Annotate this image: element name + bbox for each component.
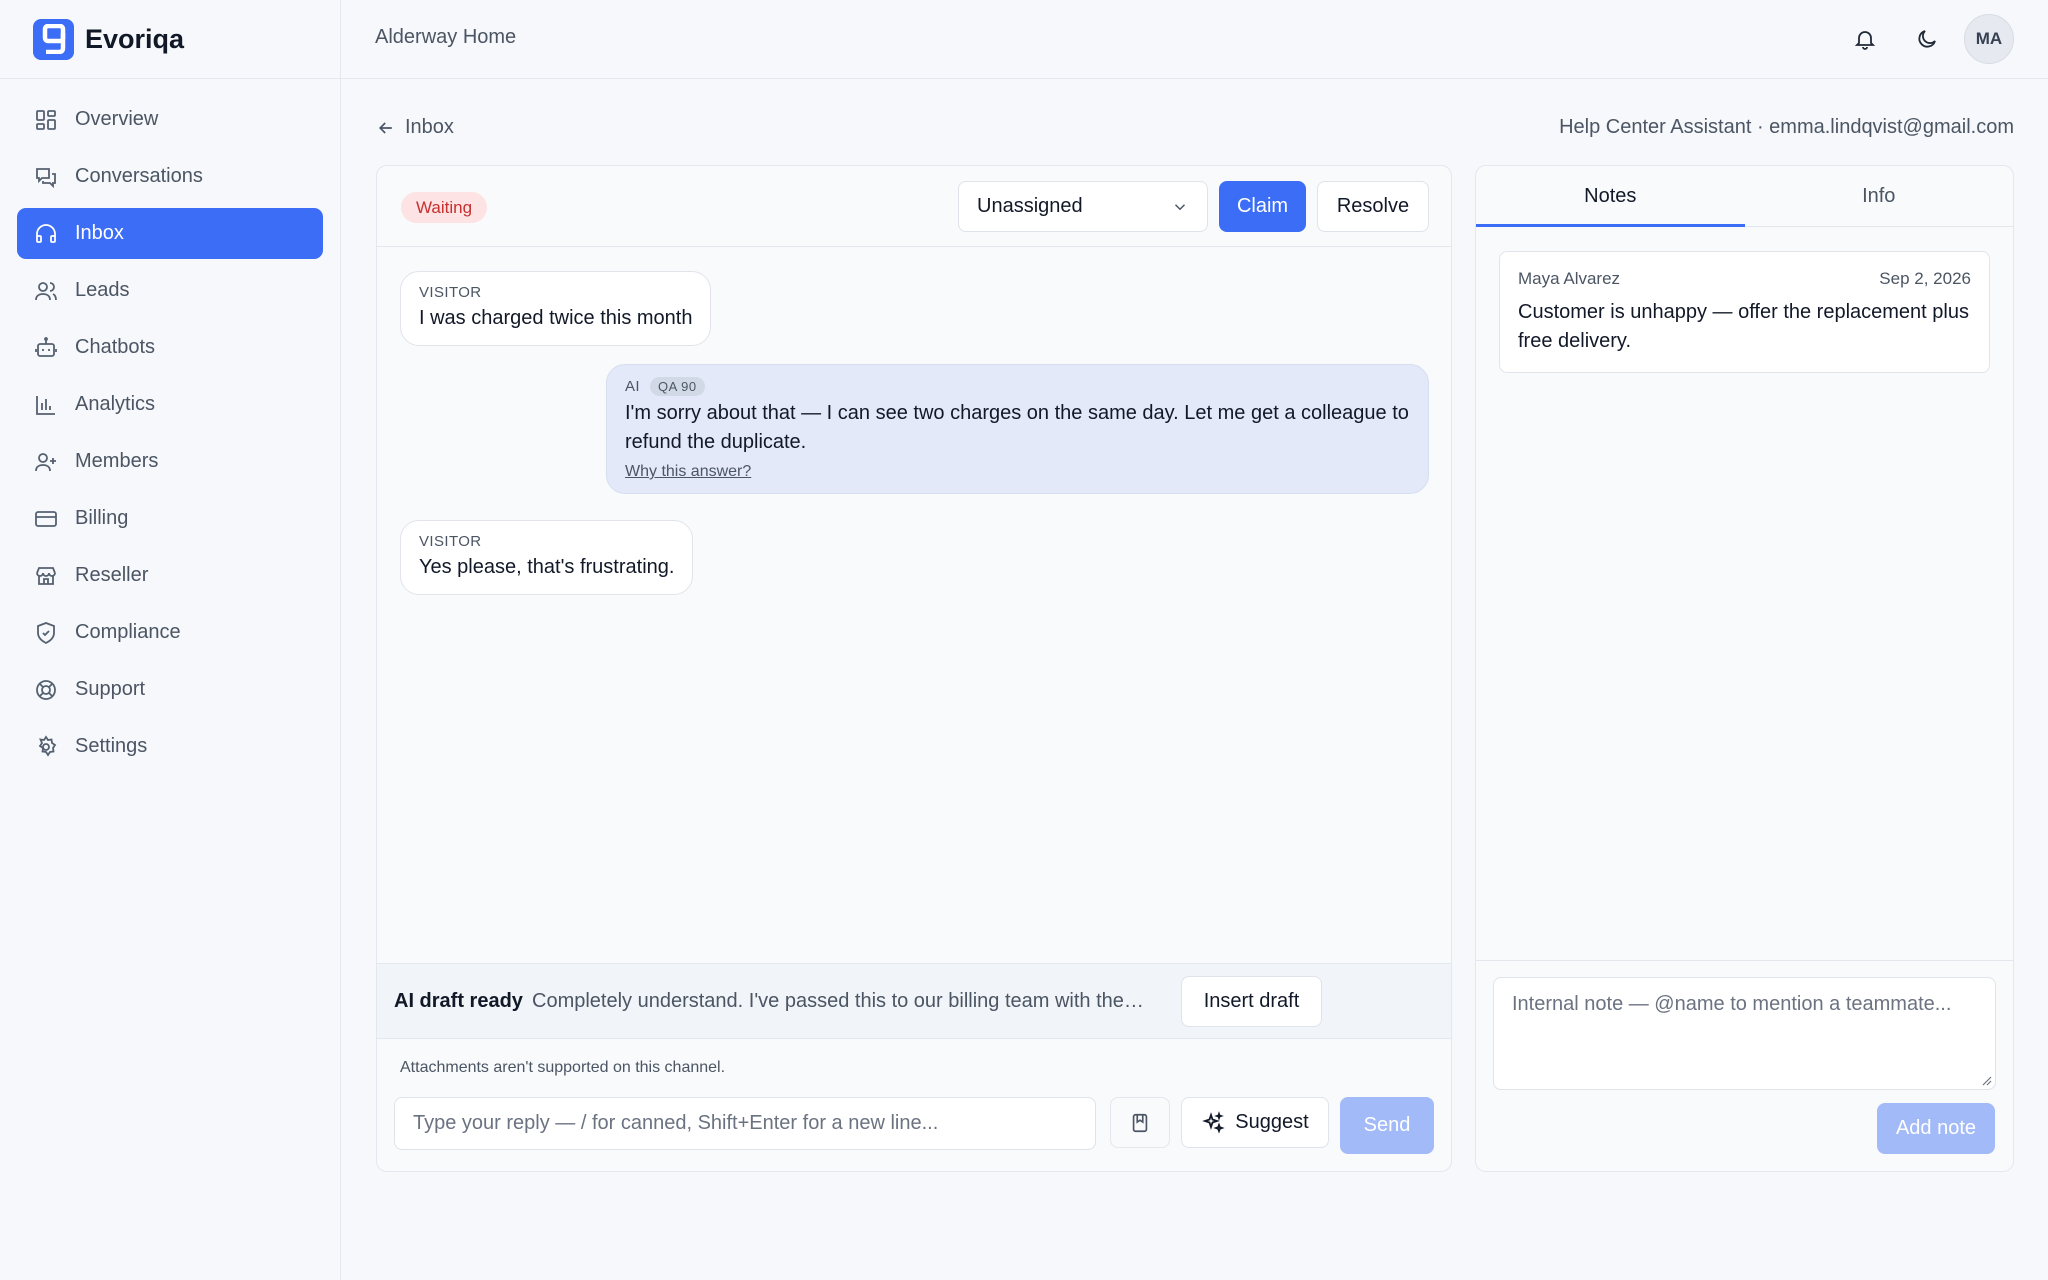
moon-icon [1918, 30, 1936, 48]
chat-icon [36, 167, 56, 188]
note-card: Maya Alvarez Sep 2, 2026 Customer is unh… [1499, 251, 1990, 373]
sidebar-item-members[interactable]: Members [17, 436, 323, 487]
ai-draft-bar: AI draft ready Completely understand. I'… [377, 963, 1451, 1039]
suggest-label: Suggest [1235, 1111, 1309, 1133]
status-badge: Waiting [401, 192, 488, 223]
bar-chart-icon [36, 395, 55, 415]
conversation-panel: Waiting Unassigned Claim Resolve VISITOR… [376, 165, 1452, 1172]
canned-responses-button[interactable] [1110, 1097, 1170, 1148]
brand[interactable]: Evoriqa [0, 0, 340, 79]
sidebar-item-label: Billing [75, 507, 129, 529]
sidebar-item-label: Settings [75, 735, 148, 757]
message-text: I'm sorry about that — I can see two cha… [625, 402, 1409, 453]
brand-name: Evoriqa [85, 23, 185, 54]
gear-icon [38, 734, 57, 757]
note-author: Maya Alvarez [1518, 269, 1621, 288]
assistant-info: Help Center Assistant · emma.lindqvist@g… [1559, 116, 2014, 138]
bookmark-icon [1132, 1113, 1148, 1132]
sidebar-item-overview[interactable]: Overview [17, 94, 323, 145]
topbar: Alderway Home MA [341, 0, 2048, 79]
workspace-name[interactable]: Alderway Home [375, 26, 516, 49]
sidebar-item-label: Reseller [75, 564, 149, 586]
note-meta: Maya Alvarez Sep 2, 2026 [1518, 269, 1971, 289]
attachments-note: Attachments aren't supported on this cha… [400, 1059, 726, 1076]
claim-button[interactable]: Claim [1219, 181, 1306, 232]
divider [1476, 960, 2013, 961]
sidebar-item-label: Chatbots [75, 336, 156, 358]
message-role: VISITOR [419, 284, 482, 301]
sidebar-item-reseller[interactable]: Reseller [17, 550, 323, 601]
sidebar-item-settings[interactable]: Settings [17, 721, 323, 772]
shield-icon [37, 621, 55, 644]
avatar[interactable]: MA [1964, 14, 2014, 64]
message-visitor: VISITOR Yes please, that's frustrating. [400, 520, 694, 595]
sparkles-icon [1202, 1110, 1225, 1134]
draft-title: AI draft ready [394, 990, 523, 1012]
conversation-header: Waiting Unassigned Claim Resolve [377, 166, 1451, 247]
message-text: Yes please, that's frustrating. [419, 556, 675, 578]
brand-logo-icon [33, 18, 74, 60]
draft-preview: Completely understand. I've passed this … [532, 990, 1144, 1012]
qa-score-badge: QA 90 [649, 377, 705, 396]
message-role: VISITOR [419, 533, 482, 550]
tab-info[interactable]: Info [1745, 166, 2014, 226]
sidebar-item-compliance[interactable]: Compliance [17, 607, 323, 658]
sidebar-item-label: Compliance [75, 621, 181, 643]
back-link-label: Inbox [405, 116, 454, 138]
sidebar-item-label: Analytics [75, 393, 156, 415]
headset-icon [36, 223, 56, 243]
sidebar-item-billing[interactable]: Billing [17, 493, 323, 544]
bell-icon [1854, 31, 1876, 50]
sidebar-item-label: Conversations [75, 165, 203, 187]
ai-message-header: AI QA 90 [625, 377, 1410, 396]
sidebar: Evoriqa Overview Conversations Inbox Lea… [0, 0, 341, 1280]
sidebar-item-leads[interactable]: Leads [17, 265, 323, 316]
send-button[interactable]: Send [1340, 1097, 1434, 1154]
sidebar-item-label: Members [75, 450, 159, 472]
user-plus-icon [35, 452, 56, 471]
sidebar-nav: Overview Conversations Inbox Leads Chatb… [0, 79, 340, 772]
grid-icon [36, 109, 56, 130]
notes-tabs: Notes Info [1476, 166, 2013, 227]
reply-input[interactable]: Type your reply — / for canned, Shift+En… [394, 1097, 1096, 1150]
store-icon [36, 566, 56, 585]
tab-notes[interactable]: Notes [1476, 166, 1745, 227]
sidebar-item-label: Support [75, 678, 146, 700]
suggest-button[interactable]: Suggest [1181, 1097, 1329, 1148]
add-note-button[interactable]: Add note [1877, 1103, 1995, 1154]
message-ai: AI QA 90 I'm sorry about that — I can se… [606, 364, 1429, 494]
notifications-button[interactable] [1840, 14, 1890, 64]
sidebar-item-analytics[interactable]: Analytics [17, 379, 323, 430]
bot-icon [35, 336, 57, 357]
resolve-button[interactable]: Resolve [1317, 181, 1429, 232]
assignee-select[interactable]: Unassigned [958, 181, 1208, 232]
credit-card-icon [35, 510, 57, 527]
assignee-value: Unassigned [977, 195, 1083, 217]
users-icon [35, 281, 57, 300]
sidebar-item-label: Inbox [75, 222, 124, 244]
chevron-down-icon [1174, 203, 1186, 210]
sidebar-item-chatbots[interactable]: Chatbots [17, 322, 323, 373]
insert-draft-button[interactable]: Insert draft [1181, 976, 1322, 1027]
note-text: Customer is unhappy — offer the replacem… [1518, 301, 1969, 352]
sidebar-item-support[interactable]: Support [17, 664, 323, 715]
top-actions: MA [1828, 14, 2014, 64]
why-this-answer-link[interactable]: Why this answer? [625, 463, 751, 481]
internal-note-input[interactable]: Internal note — @name to mention a teamm… [1493, 977, 1996, 1090]
sidebar-item-conversations[interactable]: Conversations [17, 151, 323, 202]
note-input-placeholder: Internal note — @name to mention a teamm… [1512, 993, 1952, 1015]
sidebar-item-label: Leads [75, 279, 130, 301]
arrow-left-icon [378, 121, 392, 134]
message-text: I was charged twice this month [419, 307, 693, 329]
message-visitor: VISITOR I was charged twice this month [400, 271, 712, 346]
sidebar-item-label: Overview [75, 108, 159, 130]
sidebar-item-inbox[interactable]: Inbox [17, 208, 323, 259]
note-date: Sep 2, 2026 [1879, 269, 1971, 288]
theme-toggle-button[interactable] [1902, 14, 1952, 64]
back-to-inbox-link[interactable]: Inbox [376, 116, 454, 139]
lifebuoy-icon [36, 679, 56, 700]
notes-panel: Notes Info Maya Alvarez Sep 2, 2026 Cust… [1475, 165, 2014, 1172]
message-role: AI [625, 378, 640, 395]
resize-grip-icon[interactable] [1980, 1074, 1992, 1086]
